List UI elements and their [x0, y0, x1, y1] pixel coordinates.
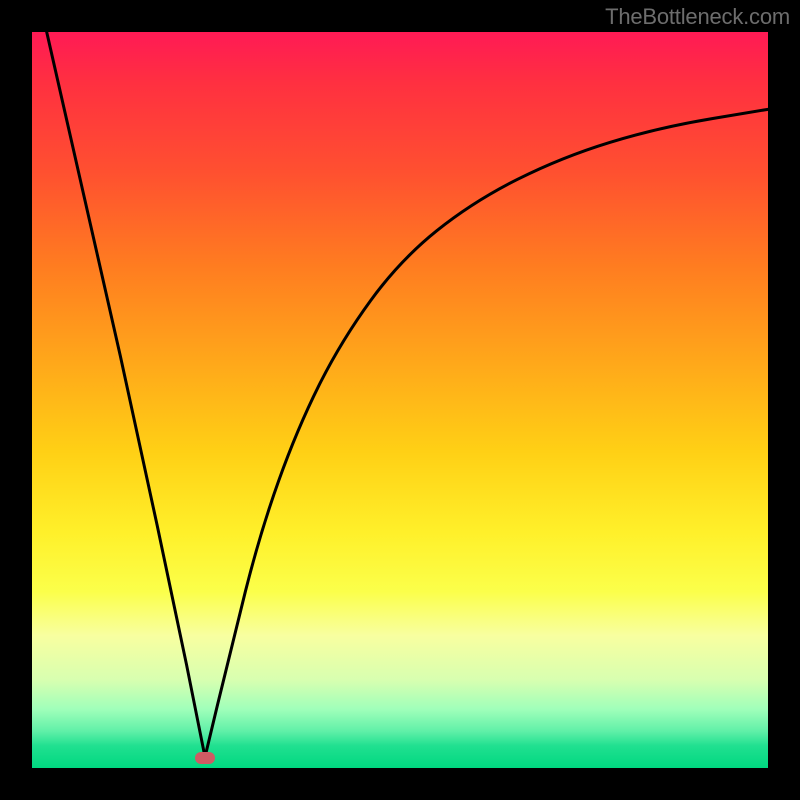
curve-right-branch	[205, 109, 768, 757]
curve-svg	[32, 32, 768, 768]
curve-left-branch	[47, 32, 205, 757]
bottleneck-marker	[195, 752, 215, 764]
watermark-text: TheBottleneck.com	[605, 4, 790, 30]
plot-area	[32, 32, 768, 768]
chart-frame: TheBottleneck.com	[0, 0, 800, 800]
